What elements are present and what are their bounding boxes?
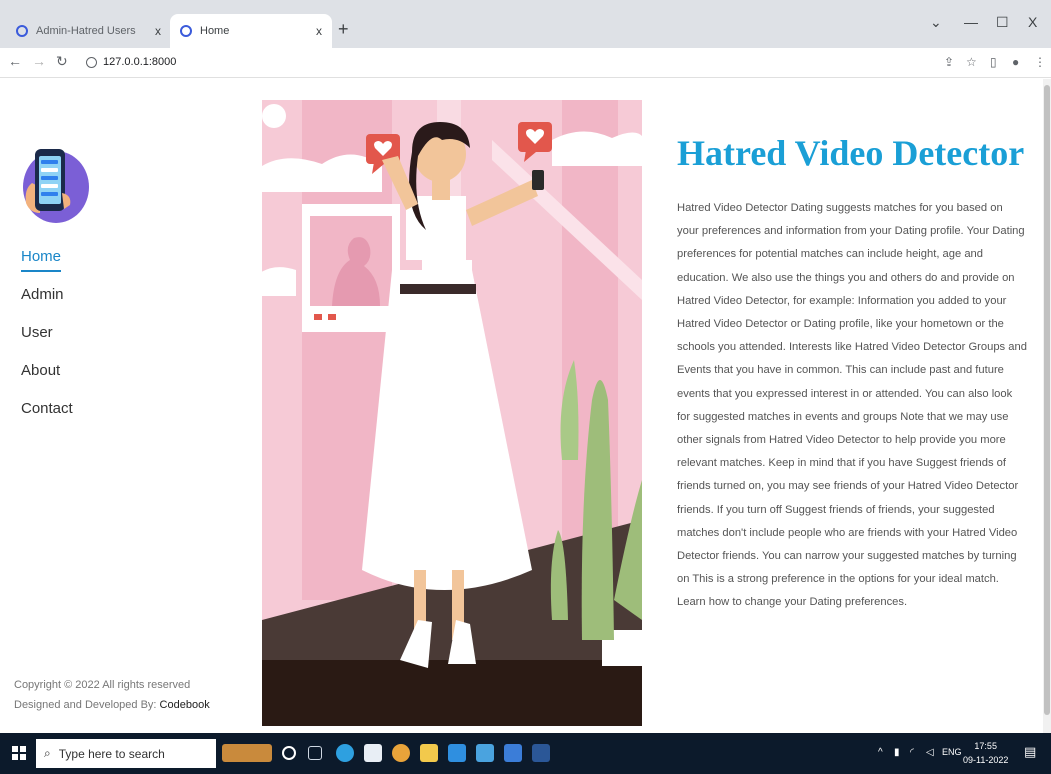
clock-date: 09-11-2022: [963, 755, 1009, 765]
menu-kebab-icon[interactable]: ⋮: [1034, 55, 1046, 69]
tab-home[interactable]: Home x: [170, 14, 332, 48]
tab-favicon-icon: [16, 25, 28, 37]
file-explorer-icon[interactable]: [420, 744, 438, 762]
taskbar-search-placeholder: Type here to search: [58, 746, 165, 761]
site-info-icon[interactable]: [86, 56, 97, 68]
back-arrow-icon[interactable]: ←: [8, 53, 22, 69]
designed-by: Designed and Developed By: Codebook: [14, 695, 210, 715]
word-icon[interactable]: [532, 744, 550, 762]
bookmark-star-icon[interactable]: ☆: [966, 55, 977, 69]
tab-title: Admin-Hatred Users: [36, 25, 136, 37]
tab-title: Home: [200, 25, 230, 37]
search-icon: ⌕: [44, 746, 51, 760]
windows-start-icon[interactable]: [12, 746, 26, 760]
share-icon[interactable]: ⇪: [944, 55, 954, 69]
reload-icon[interactable]: ↻: [56, 53, 68, 70]
photos-icon[interactable]: [504, 744, 522, 762]
tab-favicon-icon: [180, 25, 192, 37]
taskbar-clock[interactable]: 17:55 09-11-2022: [963, 739, 1008, 767]
chrome-browser-icon[interactable]: [392, 744, 410, 762]
tray-battery-icon[interactable]: ▮: [894, 747, 900, 758]
phone-logo-icon[interactable]: [22, 143, 90, 225]
microsoft-store-icon[interactable]: [364, 744, 382, 762]
cortana-icon[interactable]: [282, 746, 296, 760]
tab-close-icon[interactable]: x: [316, 24, 322, 38]
url-field[interactable]: 127.0.0.1:8000: [86, 56, 176, 68]
main-content: Hatred Video Detector Hatred Video Detec…: [677, 131, 1027, 615]
maximize-button[interactable]: ☐: [996, 14, 1009, 31]
tab-close-icon[interactable]: x: [155, 24, 161, 38]
main-nav: Home Admin User About Contact: [21, 247, 73, 437]
clock-time: 17:55: [974, 741, 997, 751]
forward-arrow-icon[interactable]: →: [32, 53, 46, 69]
nav-home[interactable]: Home: [21, 247, 73, 285]
screen: Admin-Hatred Users x Home x + ⌄ — ☐ X ← …: [0, 0, 1051, 774]
browser-tab-strip: Admin-Hatred Users x Home x + ⌄ — ☐ X: [0, 0, 1051, 48]
tray-volume-icon[interactable]: ◁: [926, 747, 934, 758]
page-description: Hatred Video Detector Dating suggests ma…: [677, 202, 1027, 609]
designer-name: Codebook: [159, 699, 210, 711]
taskbar-search-box[interactable]: ⌕ Type here to search: [36, 739, 216, 768]
nav-home-label: Home: [21, 247, 62, 272]
tray-language[interactable]: ENG: [942, 747, 962, 757]
tray-chevron-icon[interactable]: ^: [878, 747, 883, 758]
tray-network-icon[interactable]: ◜: [910, 747, 914, 758]
page-title: Hatred Video Detector: [677, 133, 1025, 173]
nav-contact[interactable]: Contact: [21, 399, 73, 437]
footer-credits: Copyright © 2022 All rights reserved Des…: [14, 675, 210, 715]
hero-illustration: [262, 100, 642, 726]
page-scrollbar[interactable]: [1043, 79, 1051, 733]
tab-search-dropdown-icon[interactable]: ⌄: [930, 14, 942, 31]
side-panel-icon[interactable]: ▯: [990, 55, 997, 69]
url-text: 127.0.0.1:8000: [103, 56, 177, 68]
nav-about[interactable]: About: [21, 361, 73, 399]
scrollbar-thumb[interactable]: [1044, 85, 1050, 715]
close-window-button[interactable]: X: [1028, 14, 1037, 30]
minimize-button[interactable]: —: [964, 14, 978, 30]
mail-icon[interactable]: [476, 744, 494, 762]
tab-admin-hatred-users[interactable]: Admin-Hatred Users x: [6, 14, 171, 48]
edge-browser-icon[interactable]: [336, 744, 354, 762]
nav-admin[interactable]: Admin: [21, 285, 73, 323]
nav-user[interactable]: User: [21, 323, 73, 361]
search-highlight-icon[interactable]: [222, 744, 272, 762]
new-tab-button[interactable]: +: [338, 20, 349, 38]
notification-icon[interactable]: ▤: [1024, 744, 1036, 760]
address-bar: ← → ↻ 127.0.0.1:8000 ⇪ ☆ ▯ ● ⋮: [0, 48, 1051, 78]
designed-by-prefix: Designed and Developed By:: [14, 699, 157, 711]
task-view-icon[interactable]: [308, 746, 322, 760]
copyright-text: Copyright © 2022 All rights reserved: [14, 679, 191, 691]
page: Home Admin User About Contact Copyright …: [0, 79, 1043, 733]
profile-icon[interactable]: ●: [1012, 55, 1019, 69]
sidebar: Home Admin User About Contact Copyright …: [0, 79, 262, 733]
windows-taskbar: ⌕ Type here to search ^ ▮ ◜ ◁ ENG 17:55 …: [0, 733, 1051, 774]
vscode-icon[interactable]: [448, 744, 466, 762]
